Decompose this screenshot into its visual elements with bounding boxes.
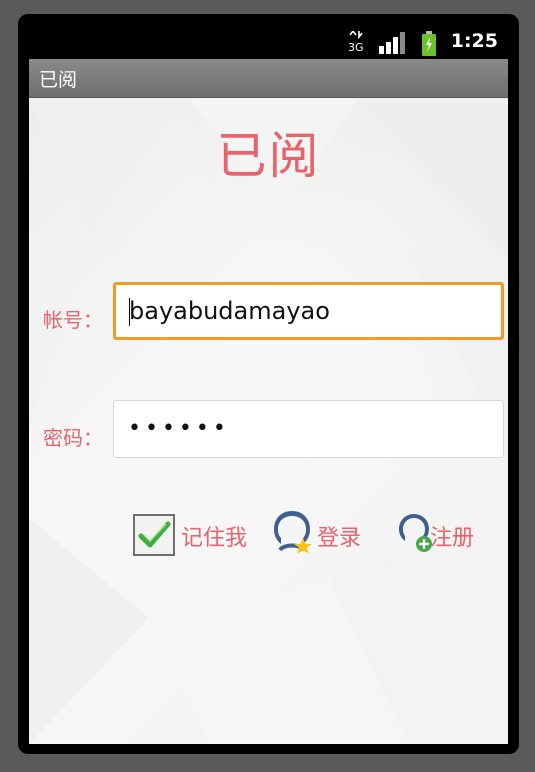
register-button[interactable]: 注册: [430, 520, 474, 552]
login-user-icon[interactable]: [268, 508, 316, 556]
account-label: 帐号：: [43, 308, 103, 332]
network-label: 3G: [348, 41, 364, 54]
3g-icon: 3G: [348, 31, 364, 54]
app-title-bar-label: 已阅: [39, 69, 78, 91]
app-heading: 已阅: [216, 127, 321, 185]
remember-checkbox[interactable]: [133, 514, 175, 556]
battery-icon: [422, 31, 436, 56]
status-time: 1:25: [450, 30, 498, 52]
password-input[interactable]: ••••••: [113, 400, 504, 458]
password-label: 密码：: [43, 426, 103, 450]
account-value: bayabudamayao: [129, 297, 330, 325]
checkmark-icon: [138, 521, 171, 548]
login-button[interactable]: 登录: [317, 520, 361, 552]
remember-label[interactable]: 记住我: [181, 520, 247, 552]
screen: 3G 1:25 已阅 已阅 帐号： bayabudamayao 密码： ••••…: [29, 28, 508, 744]
signal-icon: [379, 32, 405, 54]
account-input[interactable]: bayabudamayao: [113, 282, 504, 340]
login-content: 已阅 帐号： bayabudamayao 密码： •••••• 记住我 登录 注…: [29, 98, 508, 744]
status-bar: 3G 1:25: [29, 28, 508, 59]
app-title-bar: 已阅: [29, 59, 508, 98]
password-mask: ••••••: [128, 416, 230, 441]
register-user-icon[interactable]: [394, 510, 434, 554]
